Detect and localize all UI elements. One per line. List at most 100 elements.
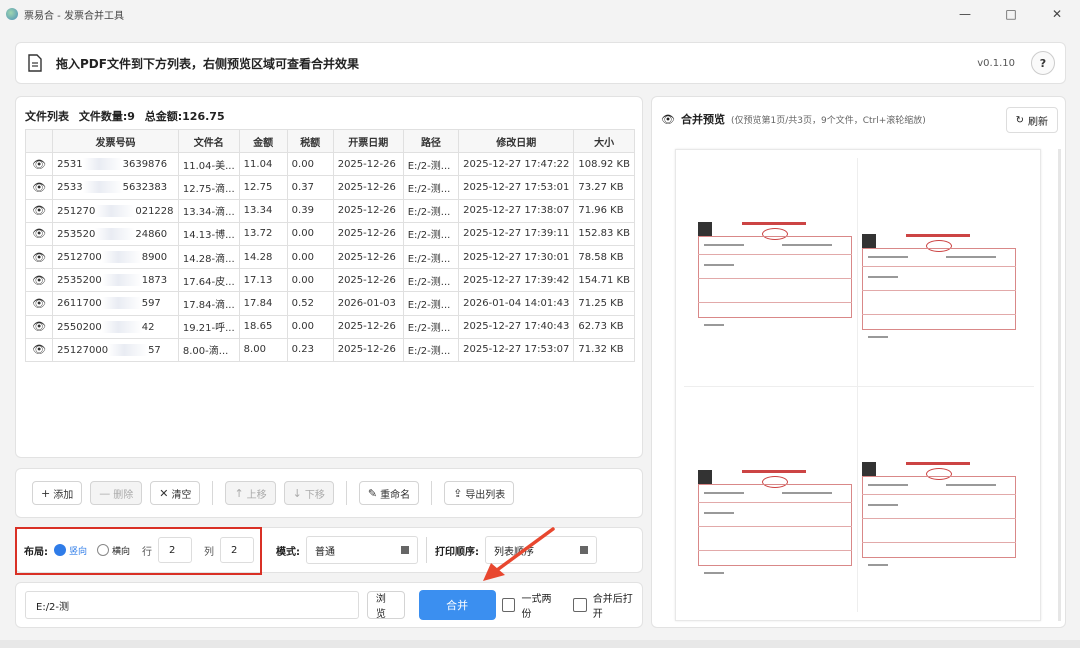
rows-input[interactable]: 2 <box>158 537 193 563</box>
maximize-icon[interactable]: □ <box>988 0 1034 28</box>
table-row[interactable]: 👁 253520 24860 14.13-博... 13.72 0.00 2025-12-2… <box>24 221 635 246</box>
preview-subtitle: (仅预览第1页/共3页，9个文件，Ctrl+滚轮缩放) <box>730 115 926 126</box>
preview-eye-icon[interactable]: 👁 <box>24 175 54 200</box>
invoice-number-start: 253520 <box>57 228 96 240</box>
preview-eye-icon[interactable]: 👁 <box>24 198 54 223</box>
table-row[interactable]: 👁 2531 3639876 11.04-美... 11.04 0.00 2025-12-2… <box>24 152 635 177</box>
cell-size: 71.96 KB <box>573 198 635 223</box>
cell-amount: 13.34 <box>238 198 288 223</box>
cell-invoice-date: 2025-12-26 <box>332 152 404 177</box>
cell-invoice-number: 2533 5632383 <box>52 175 179 200</box>
portrait-radio[interactable]: 竖向 <box>54 544 87 557</box>
invoice-number-end: 3639876 <box>122 159 168 171</box>
add-button[interactable]: + 添加 <box>32 481 83 505</box>
rename-button[interactable]: ✎ 重命名 <box>358 481 420 505</box>
column-header-invoice-date[interactable]: 开票日期 <box>332 128 404 154</box>
close-icon[interactable]: ✕ <box>1034 0 1080 28</box>
invoice-border <box>698 484 852 566</box>
invoice-text <box>704 572 724 574</box>
delete-button[interactable]: — 删除 <box>90 481 143 505</box>
open-after-merge-checkbox[interactable]: 合并后打开 <box>572 590 642 620</box>
column-header-amount[interactable]: 金额 <box>238 128 288 154</box>
preview-eye-icon[interactable]: 👁 <box>24 268 54 293</box>
landscape-radio[interactable]: 横向 <box>97 544 130 557</box>
invoice-number-start: 2535200 <box>57 275 102 287</box>
cell-amount: 14.28 <box>238 244 288 270</box>
file-table: 发票号码 文件名 金额 税额 开票日期 路径 修改日期 大小 👁 2531 3639… <box>24 128 635 362</box>
cols-input[interactable]: 2 <box>220 537 255 563</box>
duplicate-copy-checkbox[interactable]: 一式两份 <box>501 590 561 620</box>
preview-eye-icon[interactable]: 👁 <box>24 244 54 270</box>
clear-button[interactable]: ✕ 清空 <box>150 481 201 505</box>
table-row[interactable]: 👁 25127000 57 8.00-滴... 8.00 0.23 2025-12-26 E:… <box>24 337 635 362</box>
document-icon <box>28 54 42 72</box>
move-down-button[interactable]: ↓ 下移 <box>283 481 334 505</box>
help-button[interactable]: ? <box>1031 51 1055 75</box>
table-row[interactable]: 👁 2512700 8900 14.28-滴... 14.28 0.00 2025-12-2… <box>24 244 635 270</box>
cell-tax: 0.52 <box>286 291 334 316</box>
cell-path: E:/2-测... <box>402 291 460 316</box>
table-row[interactable]: 👁 2611700 597 17.84-滴... 17.84 0.52 2026-01-03… <box>24 291 635 316</box>
eye-icon: 👁 <box>661 112 675 126</box>
invoice-line <box>862 314 1016 315</box>
cell-invoice-date: 2025-12-26 <box>332 314 404 339</box>
invoice-border <box>698 236 852 318</box>
cell-filename: 17.84-滴... <box>177 291 240 316</box>
cell-amount: 17.84 <box>238 291 288 316</box>
print-order-select[interactable]: 列表顺序 <box>485 536 598 564</box>
invoice-line <box>698 526 852 527</box>
cell-path: E:/2-测... <box>402 337 460 362</box>
cell-amount: 17.13 <box>238 268 288 293</box>
mode-select[interactable]: 普通 <box>306 536 419 564</box>
cell-invoice-number: 25127000 57 <box>52 337 179 362</box>
pencil-icon: ✎ <box>367 486 378 500</box>
cell-tax: 0.00 <box>286 221 334 246</box>
redacted-area <box>95 204 136 217</box>
preview-eye-icon[interactable]: 👁 <box>24 291 54 316</box>
cell-invoice-date: 2025-12-26 <box>332 244 404 270</box>
invoice-text <box>704 244 744 246</box>
preview-scrollbar[interactable] <box>1058 149 1061 621</box>
column-header-invoice-number[interactable]: 发票号码 <box>52 128 179 154</box>
minimize-icon[interactable]: — <box>942 0 988 28</box>
cell-invoice-number: 2550200 42 <box>52 314 179 339</box>
preview-eye-icon[interactable]: 👁 <box>24 221 54 246</box>
cell-invoice-date: 2025-12-26 <box>332 198 404 223</box>
column-header-tax[interactable]: 税额 <box>286 128 334 154</box>
column-header-modified[interactable]: 修改日期 <box>458 128 575 154</box>
cell-size: 71.25 KB <box>573 291 635 316</box>
output-path-input[interactable]: E:/2-测 <box>25 591 359 619</box>
cell-invoice-number: 251270 021228 <box>52 198 179 223</box>
preview-eye-icon[interactable]: 👁 <box>24 152 54 177</box>
cell-filename: 19.21-呼... <box>177 314 240 339</box>
invoice-text <box>868 564 888 566</box>
redacted-area <box>108 343 149 356</box>
table-row[interactable]: 👁 2533 5632383 12.75-滴... 12.75 0.37 2025-12-2… <box>24 175 635 200</box>
table-row[interactable]: 👁 251270 021228 13.34-滴... 13.34 0.39 2025-12-… <box>24 198 635 223</box>
preview-eye-icon[interactable]: 👁 <box>24 337 54 362</box>
checkbox-icon <box>501 598 516 612</box>
merge-button[interactable]: 合并 <box>418 590 496 620</box>
column-header-preview[interactable] <box>24 128 54 154</box>
cell-size: 62.73 KB <box>573 314 635 339</box>
table-row[interactable]: 👁 2535200 1873 17.64-皮... 17.13 0.00 2025-12-2… <box>24 268 635 293</box>
cell-filename: 12.75-滴... <box>177 175 240 200</box>
cell-filename: 13.34-滴... <box>177 198 240 223</box>
invoice-number-end: 597 <box>141 298 161 310</box>
refresh-button[interactable]: ↻ 刷新 <box>1005 107 1058 133</box>
preview-eye-icon[interactable]: 👁 <box>24 314 54 339</box>
table-row[interactable]: 👁 2550200 42 19.21-呼... 18.65 0.00 2025-12-26 E… <box>24 314 635 339</box>
cell-path: E:/2-测... <box>402 314 460 339</box>
column-header-filename[interactable]: 文件名 <box>177 128 240 154</box>
invoice-title-bar <box>742 470 806 473</box>
cell-path: E:/2-测... <box>402 175 460 200</box>
move-up-button[interactable]: ↑ 上移 <box>225 481 276 505</box>
browse-button[interactable]: 浏览 <box>366 591 405 620</box>
preview-page[interactable] <box>675 149 1041 621</box>
column-header-size[interactable]: 大小 <box>573 128 635 154</box>
invoice-text <box>868 256 908 258</box>
column-header-path[interactable]: 路径 <box>402 128 460 154</box>
invoice-text <box>868 336 888 338</box>
export-list-button[interactable]: ⇪ 导出列表 <box>444 481 515 505</box>
invoice-thumbnail <box>698 464 858 584</box>
